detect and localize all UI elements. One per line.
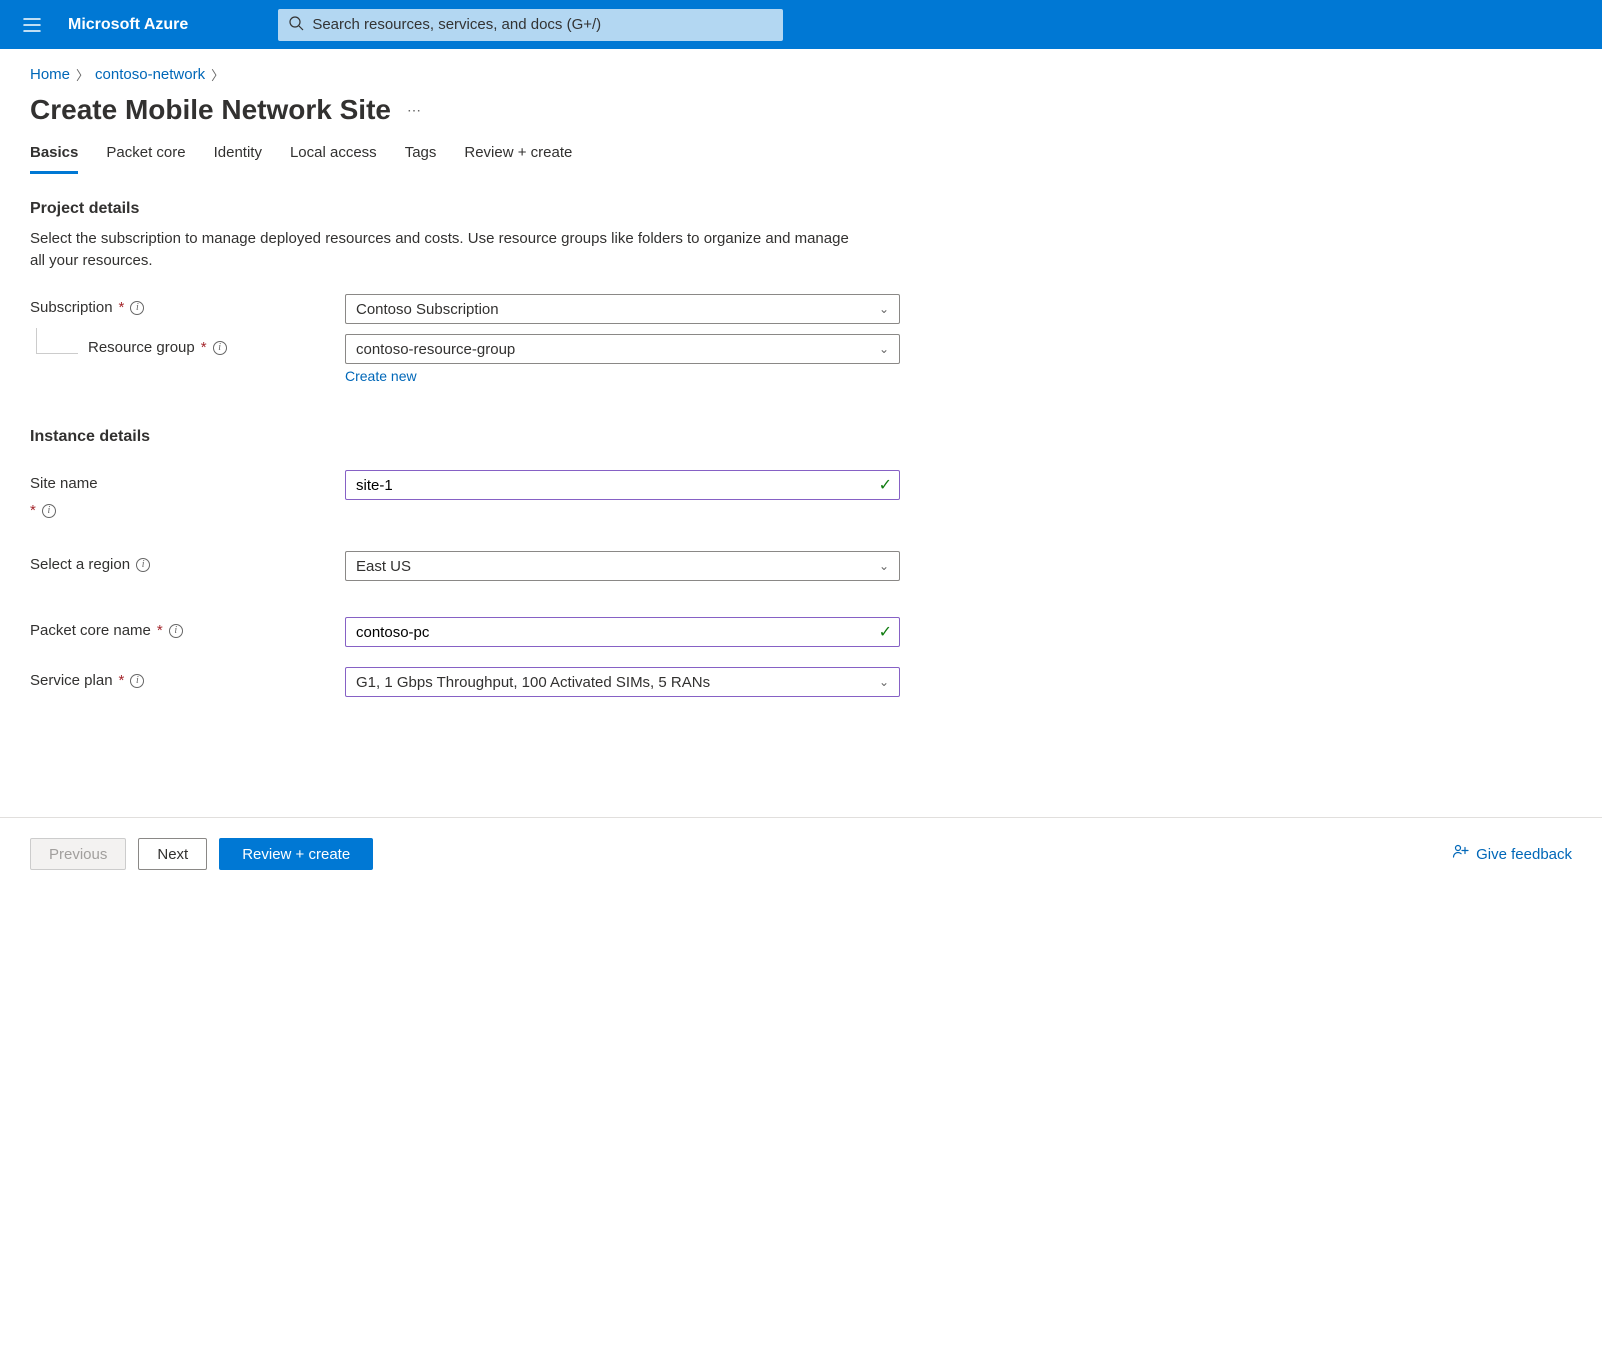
service-plan-dropdown[interactable]: G1, 1 Gbps Throughput, 100 Activated SIM… [345, 667, 900, 697]
region-dropdown[interactable]: East US ⌄ [345, 551, 900, 581]
required-asterisk: * [119, 672, 125, 689]
tab-review-create[interactable]: Review + create [464, 140, 572, 174]
required-asterisk: * [30, 502, 36, 519]
site-name-input[interactable] [345, 470, 900, 500]
project-details-heading: Project details [30, 200, 1572, 218]
search-icon [288, 15, 304, 34]
subscription-value: Contoso Subscription [356, 301, 499, 318]
breadcrumb: Home 〉 contoso-network 〉 [30, 65, 1572, 84]
service-plan-label: Service plan [30, 672, 113, 689]
more-icon[interactable]: ⋯ [403, 98, 425, 123]
give-feedback-link[interactable]: Give feedback [1452, 843, 1572, 865]
previous-button: Previous [30, 838, 126, 870]
subscription-dropdown[interactable]: Contoso Subscription ⌄ [345, 294, 900, 324]
tab-identity[interactable]: Identity [214, 140, 262, 174]
chevron-down-icon: ⌄ [879, 302, 889, 316]
info-icon[interactable]: i [169, 624, 183, 638]
resource-group-dropdown[interactable]: contoso-resource-group ⌄ [345, 334, 900, 364]
region-label: Select a region [30, 556, 130, 573]
resource-group-value: contoso-resource-group [356, 341, 515, 358]
instance-details-heading: Instance details [30, 428, 1572, 446]
tab-basics[interactable]: Basics [30, 140, 78, 174]
search-input[interactable] [312, 16, 773, 33]
tree-line-icon [36, 328, 78, 354]
service-plan-value: G1, 1 Gbps Throughput, 100 Activated SIM… [356, 674, 710, 691]
page-title: Create Mobile Network Site [30, 94, 391, 126]
packet-core-name-input[interactable] [345, 617, 900, 647]
chevron-down-icon: ⌄ [879, 675, 889, 689]
chevron-down-icon: ⌄ [879, 342, 889, 356]
top-header: Microsoft Azure [0, 0, 1602, 49]
global-search[interactable] [278, 9, 783, 41]
required-asterisk: * [157, 622, 163, 639]
required-asterisk: * [201, 339, 207, 356]
resource-group-label: Resource group [88, 339, 195, 356]
review-create-button[interactable]: Review + create [219, 838, 373, 870]
subscription-label: Subscription [30, 299, 113, 316]
menu-icon[interactable] [16, 9, 48, 41]
info-icon[interactable]: i [130, 301, 144, 315]
chevron-down-icon: ⌄ [879, 559, 889, 573]
tab-tags[interactable]: Tags [405, 140, 437, 174]
feedback-label: Give feedback [1476, 846, 1572, 863]
create-new-link[interactable]: Create new [345, 368, 417, 384]
region-value: East US [356, 558, 411, 575]
info-icon[interactable]: i [42, 504, 56, 518]
site-name-label: Site name [30, 475, 98, 492]
chevron-right-icon: 〉 [211, 65, 224, 84]
info-icon[interactable]: i [213, 341, 227, 355]
chevron-right-icon: 〉 [76, 65, 89, 84]
packet-core-name-label: Packet core name [30, 622, 151, 639]
tab-packet-core[interactable]: Packet core [106, 140, 185, 174]
info-icon[interactable]: i [136, 558, 150, 572]
tab-strip: Basics Packet core Identity Local access… [30, 140, 1572, 174]
breadcrumb-network[interactable]: contoso-network [95, 66, 205, 83]
footer-bar: Previous Next Review + create Give feedb… [0, 817, 1602, 890]
project-details-desc: Select the subscription to manage deploy… [30, 228, 860, 272]
brand-label: Microsoft Azure [68, 16, 188, 34]
info-icon[interactable]: i [130, 674, 144, 688]
next-button[interactable]: Next [138, 838, 207, 870]
tab-local-access[interactable]: Local access [290, 140, 377, 174]
required-asterisk: * [119, 299, 125, 316]
feedback-icon [1452, 843, 1470, 865]
breadcrumb-home[interactable]: Home [30, 66, 70, 83]
